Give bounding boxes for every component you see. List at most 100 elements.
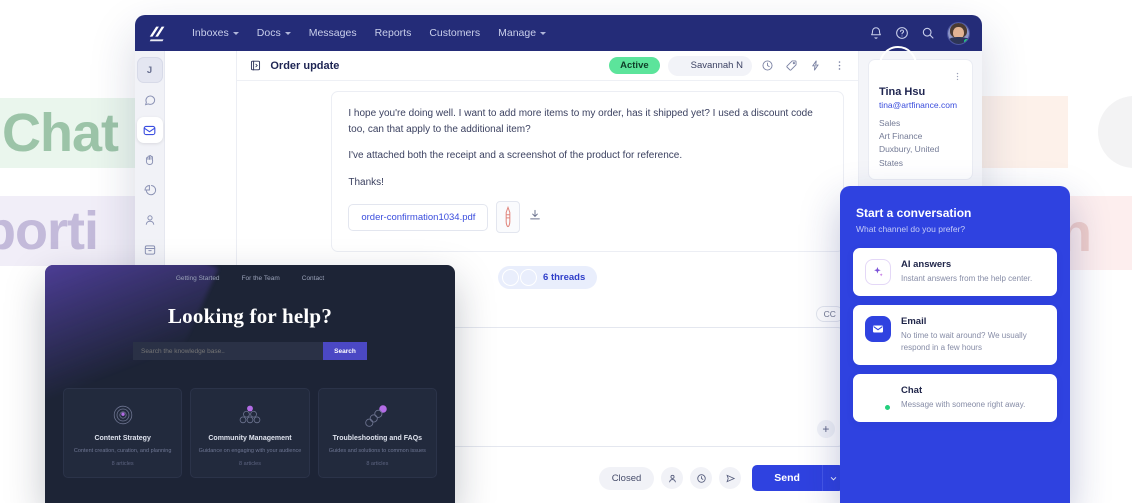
channel-option-text: Chat Message with someone right away. [901, 385, 1025, 411]
envelope-icon [865, 316, 891, 342]
contact-role: Sales [878, 118, 901, 128]
kebab-menu-icon[interactable] [832, 58, 848, 74]
sidebar-item-archive[interactable] [137, 237, 163, 263]
message-card: I hope you're doing well. I want to add … [331, 91, 844, 252]
sidebar-item-reports[interactable] [137, 177, 163, 203]
background-band-extra [1098, 96, 1132, 168]
contact-email[interactable]: tina@artfinance.com [879, 100, 962, 110]
bolt-icon[interactable] [808, 58, 824, 74]
category-count: 8 articles [238, 461, 261, 468]
avatar [584, 57, 602, 74]
assignee-chip[interactable]: Savannah N [667, 55, 752, 76]
search-icon[interactable] [915, 20, 941, 46]
category-count: 8 articles [111, 461, 134, 468]
clock-icon[interactable] [760, 58, 776, 74]
nav-item-manage[interactable]: Manage [489, 23, 555, 43]
brand-logo-icon[interactable] [147, 23, 169, 43]
help-circle-icon[interactable] [889, 20, 915, 46]
send-button[interactable]: Send [752, 465, 822, 491]
avatar[interactable] [878, 46, 917, 84]
sidebar-profile-initial: J [146, 64, 153, 76]
online-status-dot [963, 37, 969, 44]
chat-widget-title: Start a conversation [856, 206, 972, 220]
channel-option-ai-answers[interactable]: AI answers Instant answers from the help… [853, 248, 1057, 296]
category-title: Content Strategy [94, 435, 151, 442]
nav-item-messages[interactable]: Messages [300, 23, 366, 43]
search-button[interactable]: Search [323, 342, 367, 360]
sidebar-item-hand-wave[interactable] [137, 147, 163, 173]
clock-icon[interactable] [690, 467, 713, 489]
category-card-content-strategy[interactable]: Content Strategy Content creation, curat… [63, 388, 183, 479]
category-card-troubleshooting-faqs[interactable]: Troubleshooting and FAQs Guides and solu… [317, 388, 437, 479]
nav-item-inboxes[interactable]: Inboxes [183, 23, 248, 43]
conversation-status-select[interactable]: Closed [598, 466, 655, 490]
nav-item-docs-label: Docs [256, 27, 281, 39]
page-title: Order update [270, 59, 340, 72]
channel-desc: Message with someone right away. [901, 400, 1026, 409]
attachment-row: order-confirmation1034.pdf [348, 201, 827, 233]
person-icon[interactable] [661, 467, 684, 489]
help-nav-getting-started[interactable]: Getting Started [176, 275, 220, 282]
category-desc: Guides and solutions to common issues [328, 448, 426, 454]
kebab-menu-icon[interactable] [952, 69, 963, 87]
help-center-search: Search [45, 342, 455, 360]
nav-item-docs[interactable]: Docs [248, 23, 300, 43]
threads-chip[interactable]: 6 threads [498, 266, 598, 289]
nav-item-messages-label: Messages [308, 27, 357, 39]
stacked-circles-icon [197, 402, 302, 428]
channel-title: Chat [901, 385, 923, 396]
category-count: 8 articles [366, 461, 389, 468]
nav-item-reports[interactable]: Reports [366, 23, 421, 43]
assignee-name: Savannah N [690, 60, 743, 71]
channel-option-text: AI answers Instant answers from the help… [901, 259, 1032, 285]
sidebar-item-inbox[interactable] [136, 117, 163, 143]
search-input[interactable] [133, 342, 323, 360]
message-paragraph-1: I hope you're doing well. I want to add … [348, 108, 813, 135]
chat-widget-options: AI answers Instant answers from the help… [840, 248, 1070, 422]
channel-option-chat[interactable]: Chat Message with someone right away. [853, 374, 1057, 422]
conversation-icon [251, 60, 261, 71]
chevron-down-icon [540, 31, 547, 35]
channel-title: Email [901, 316, 927, 327]
sidebar-item-contacts[interactable] [137, 207, 163, 233]
nav-item-reports-label: Reports [374, 27, 412, 39]
avatar [502, 269, 520, 286]
agent-avatar [865, 385, 891, 411]
participant-avatars[interactable] [571, 57, 602, 74]
chat-widget-subtitle: What channel do you prefer? [856, 224, 966, 234]
screenshot-root: Chat eporti ase gen Inboxes Docs [0, 0, 1132, 503]
send-later-icon[interactable] [719, 467, 742, 489]
contact-location: Duxbury, United States [878, 144, 940, 168]
avatar[interactable] [947, 21, 970, 45]
category-title: Troubleshooting and FAQs [332, 435, 423, 442]
category-desc: Guidance on engaging with your audience [198, 448, 302, 454]
tag-icon[interactable] [784, 58, 800, 74]
online-status-dot [884, 404, 891, 411]
bell-icon[interactable] [863, 20, 889, 46]
help-center-heading: Looking for help? [167, 304, 333, 328]
chat-widget-header: Start a conversation What channel do you… [840, 186, 1070, 248]
attachment-pdf-link[interactable]: order-confirmation1034.pdf [348, 203, 489, 231]
plus-icon[interactable]: + [816, 420, 835, 438]
channel-desc: No time to wait around? We usually respo… [901, 331, 1027, 352]
avatar [670, 58, 686, 74]
sidebar-item-profile[interactable]: J [136, 57, 163, 83]
contact-company: Art Finance [878, 131, 923, 142]
threads-count-label: 6 threads [543, 272, 586, 283]
download-icon[interactable] [528, 208, 542, 227]
background-word-reporting-text: eporti [0, 201, 99, 261]
chevron-down-icon [284, 31, 291, 35]
nav-item-manage-label: Manage [498, 27, 537, 39]
channel-option-email[interactable]: Email No time to wait around? We usually… [853, 305, 1057, 365]
category-card-community-management[interactable]: Community Management Guidance on engagin… [190, 388, 310, 479]
help-center-hero: Looking for help? Search [45, 304, 455, 360]
sidebar-item-chat[interactable] [137, 87, 163, 113]
help-nav-for-the-team[interactable]: For the Team [242, 275, 280, 282]
attachment-image-thumbnail[interactable] [496, 201, 521, 233]
background-word-chat-text: Chat [2, 103, 119, 163]
nav-item-customers[interactable]: Customers [420, 23, 489, 43]
status-badge[interactable]: Active [609, 57, 660, 74]
help-nav-contact[interactable]: Contact [302, 275, 324, 282]
channel-title: AI answers [901, 259, 952, 270]
diagonal-circles-icon [325, 402, 430, 428]
